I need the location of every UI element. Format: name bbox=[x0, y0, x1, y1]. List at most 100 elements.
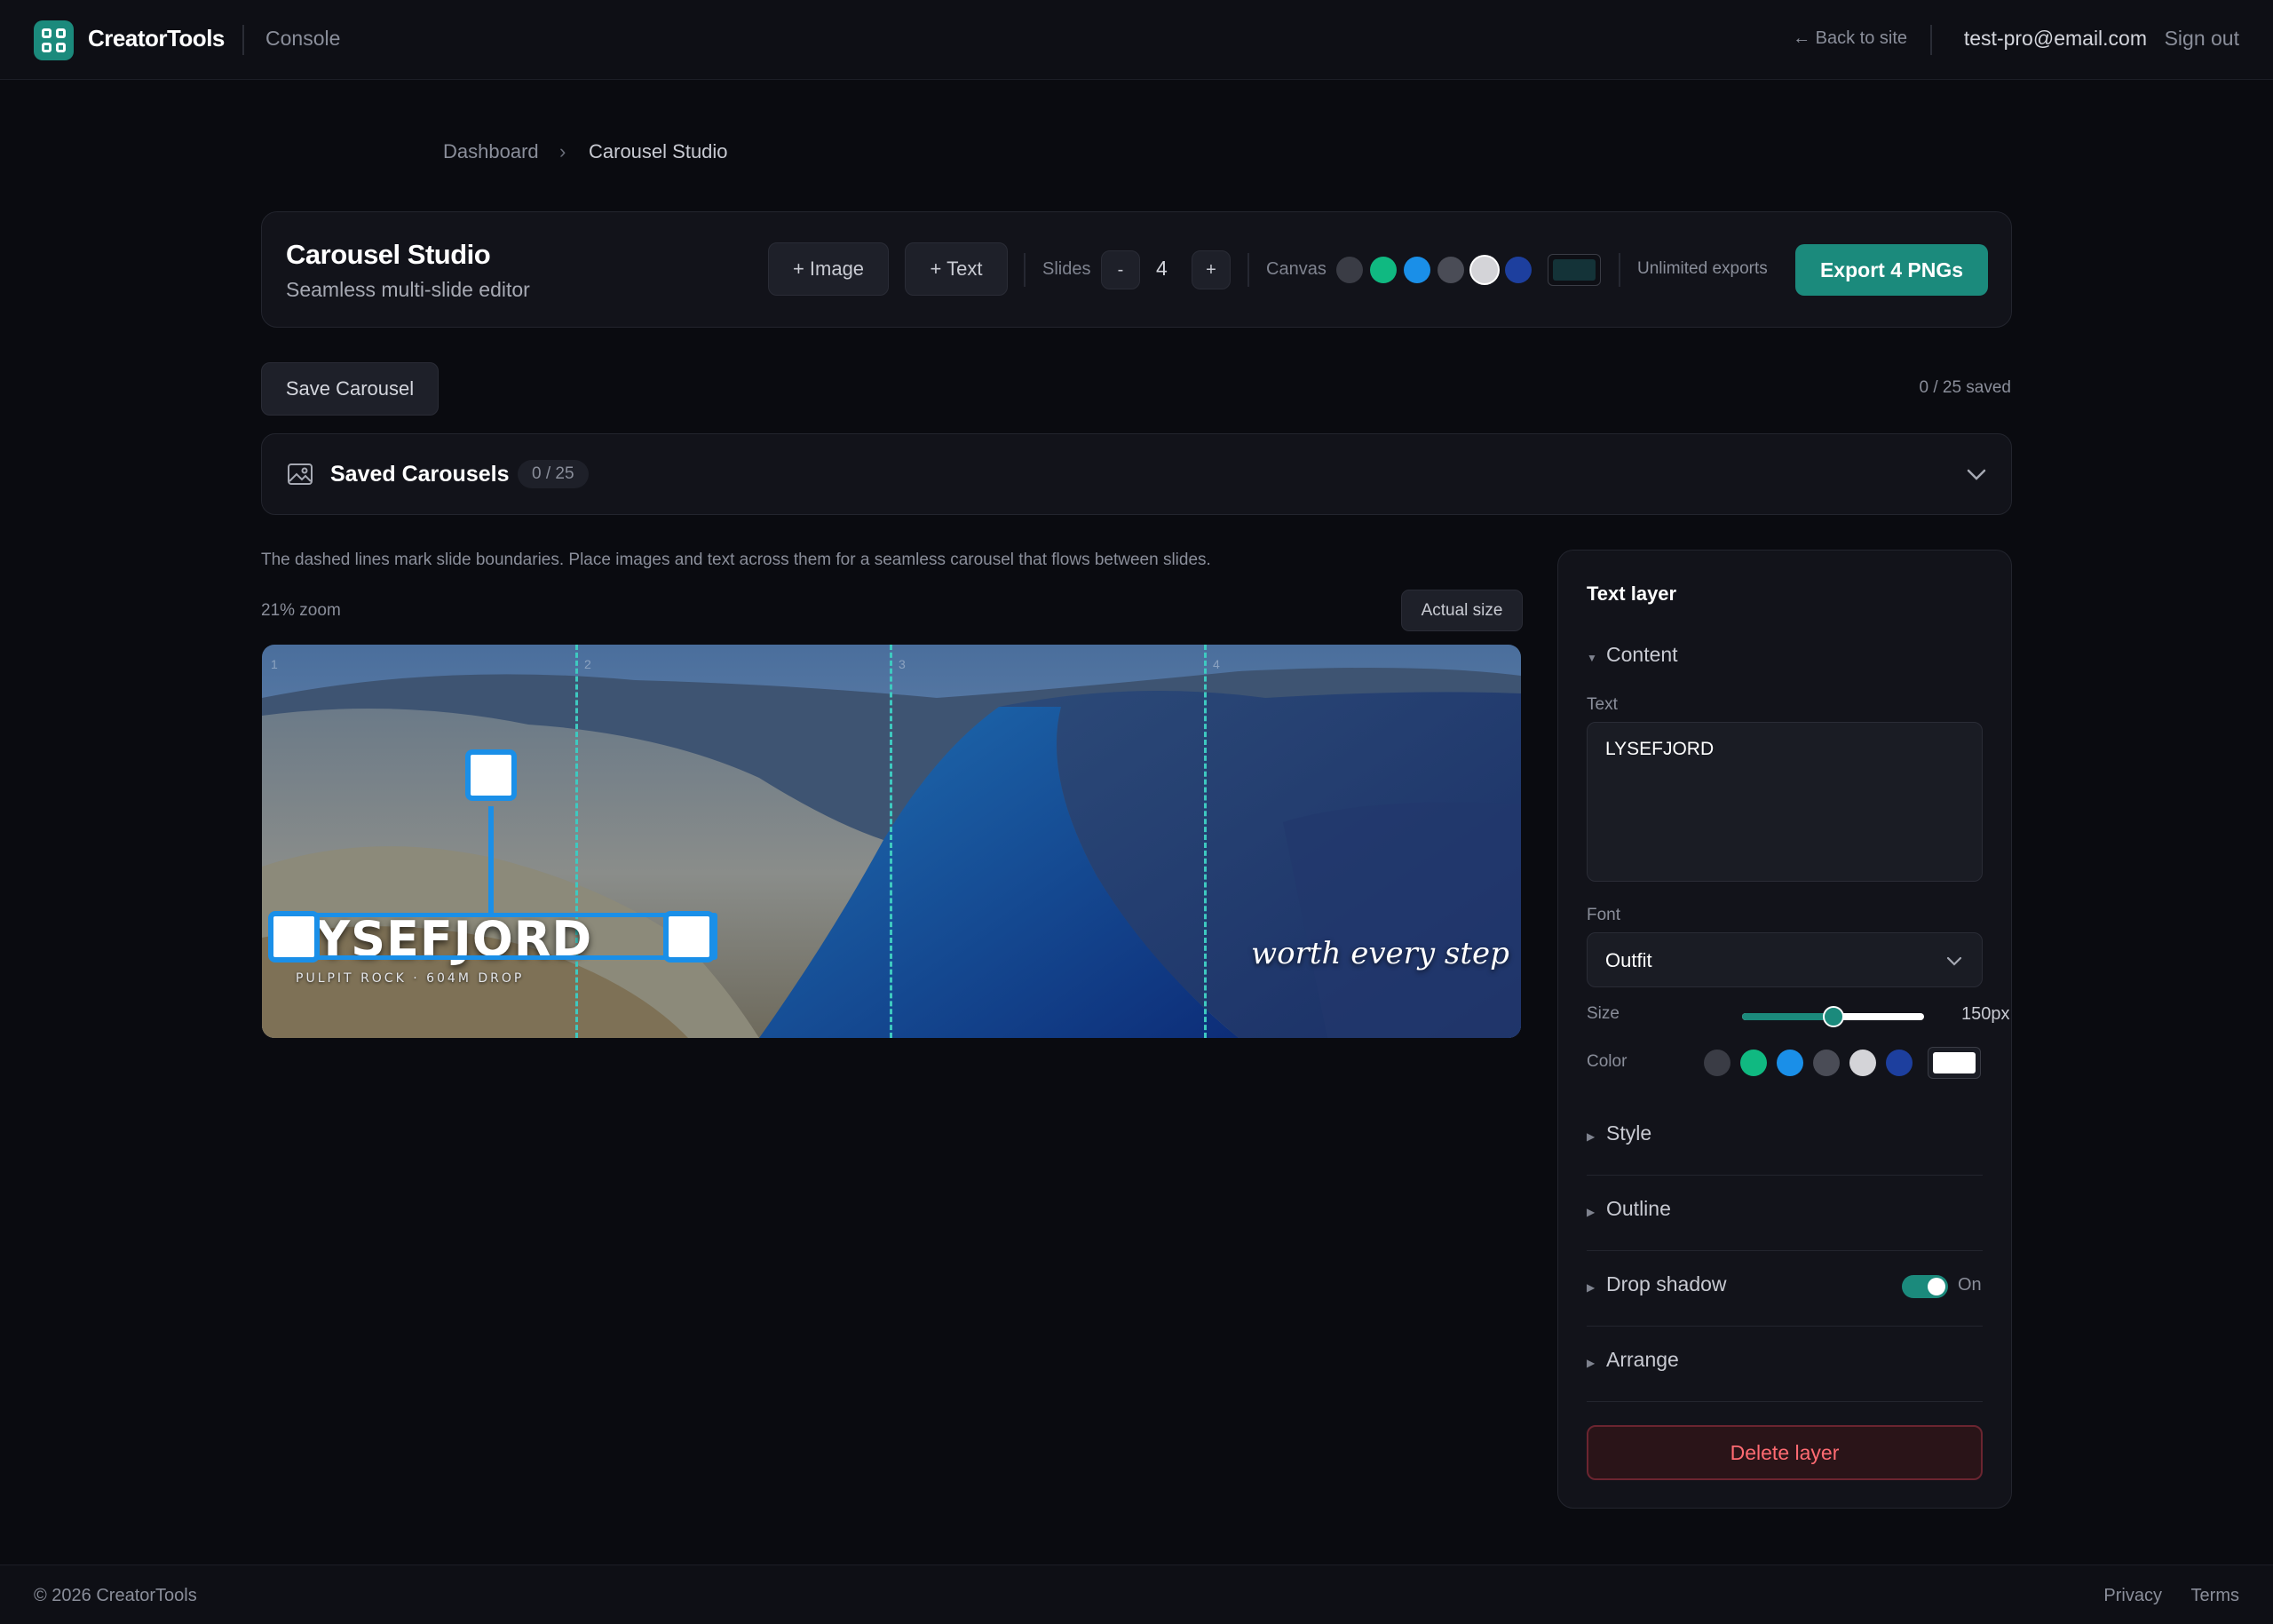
text-color-swatch[interactable] bbox=[1704, 1050, 1730, 1076]
back-to-site-link[interactable]: ← Back to site bbox=[1793, 28, 1907, 49]
studio-toolbar: Carousel Studio Seamless multi-slide edi… bbox=[261, 211, 2012, 328]
toolbar-divider bbox=[1024, 253, 1026, 287]
section-drop-shadow-label: Drop shadow bbox=[1606, 1272, 1727, 1295]
layer-text-input[interactable]: LYSEFJORD bbox=[1587, 722, 1983, 882]
section-content-toggle[interactable]: ▼ Content bbox=[1587, 643, 1678, 667]
rotate-handle[interactable] bbox=[465, 749, 517, 801]
saved-count: 0 / 25 saved bbox=[1919, 378, 2011, 397]
font-select[interactable]: Outfit bbox=[1587, 932, 1983, 987]
footer: © 2026 CreatorTools Privacy Terms bbox=[0, 1565, 2273, 1624]
text-field-label: Text bbox=[1587, 695, 1618, 714]
section-style-label: Style bbox=[1606, 1121, 1652, 1145]
canvas-custom-color-picker[interactable] bbox=[1548, 254, 1601, 286]
switch-knob bbox=[1928, 1278, 1945, 1295]
text-color-swatch[interactable] bbox=[1849, 1050, 1876, 1076]
user-email: test-pro@email.com bbox=[1963, 27, 2147, 50]
slide-boundary-hint: The dashed lines mark slide boundaries. … bbox=[261, 551, 1211, 569]
section-divider bbox=[1587, 1250, 1983, 1251]
caret-right-icon: ▶ bbox=[1587, 1130, 1596, 1143]
canvas-script-text-layer[interactable]: worth every step bbox=[1251, 936, 1509, 971]
font-size-slider-fill bbox=[1742, 1013, 1833, 1020]
font-size-slider-thumb[interactable] bbox=[1822, 1006, 1844, 1027]
header-divider bbox=[242, 25, 244, 55]
saved-carousels-badge: 0 / 25 bbox=[518, 460, 589, 488]
section-drop-shadow-toggle[interactable]: ▶ Drop shadow bbox=[1587, 1272, 1727, 1296]
rotation-handle-line bbox=[488, 806, 494, 915]
top-bar: CreatorTools Console ← Back to site test… bbox=[0, 0, 2273, 80]
font-size-slider[interactable] bbox=[1742, 1006, 1924, 1027]
breadcrumb-separator-icon: › bbox=[559, 140, 566, 162]
layer-properties-panel: Text layer ▼ Content Text LYSEFJORD Font … bbox=[1557, 550, 2012, 1509]
toolbar-divider bbox=[1619, 253, 1620, 287]
saved-carousels-panel[interactable]: Saved Carousels 0 / 25 bbox=[261, 433, 2012, 515]
canvas-color-swatch[interactable] bbox=[1471, 257, 1498, 283]
font-label: Font bbox=[1587, 906, 1621, 924]
carousel-canvas[interactable]: 1 2 3 4 YSEFJORD PULPIT ROCK · 604M DROP… bbox=[262, 645, 1521, 1038]
text-color-swatch[interactable] bbox=[1777, 1050, 1803, 1076]
section-arrange-toggle[interactable]: ▶ Arrange bbox=[1587, 1348, 1679, 1372]
resize-handle-left[interactable] bbox=[268, 911, 320, 963]
section-arrange-label: Arrange bbox=[1606, 1348, 1679, 1371]
caret-down-icon: ▼ bbox=[1587, 652, 1597, 664]
section-divider bbox=[1587, 1175, 1983, 1176]
font-select-value: Outfit bbox=[1605, 949, 1652, 971]
canvas-color-swatch[interactable] bbox=[1404, 257, 1430, 283]
actual-size-button[interactable]: Actual size bbox=[1401, 590, 1523, 631]
header-divider bbox=[1930, 25, 1932, 55]
image-gallery-icon bbox=[288, 463, 313, 485]
exports-note: Unlimited exports bbox=[1637, 259, 1768, 278]
section-divider bbox=[1587, 1401, 1983, 1402]
delete-layer-button[interactable]: Delete layer bbox=[1587, 1425, 1983, 1480]
text-color-swatch[interactable] bbox=[1740, 1050, 1767, 1076]
canvas-color-swatch[interactable] bbox=[1370, 257, 1397, 283]
breadcrumb-current: Carousel Studio bbox=[589, 140, 728, 162]
add-image-button[interactable]: + Image bbox=[768, 242, 889, 296]
page-subtitle: Seamless multi-slide editor bbox=[286, 278, 530, 301]
section-style-toggle[interactable]: ▶ Style bbox=[1587, 1121, 1651, 1145]
section-name: Console bbox=[265, 27, 341, 50]
slides-decrement-button[interactable]: - bbox=[1101, 250, 1140, 289]
slide-boundary-line bbox=[575, 645, 578, 1038]
text-custom-color-picker[interactable] bbox=[1928, 1047, 1981, 1079]
text-color-swatch[interactable] bbox=[1886, 1050, 1913, 1076]
slides-label: Slides bbox=[1042, 259, 1091, 279]
chevron-down-icon bbox=[1946, 956, 1962, 966]
section-outline-label: Outline bbox=[1606, 1197, 1671, 1220]
slide-boundary-line bbox=[890, 645, 892, 1038]
toolbar-divider bbox=[1247, 253, 1249, 287]
slide-number: 1 bbox=[271, 657, 278, 671]
slides-count: 4 bbox=[1156, 257, 1168, 280]
canvas-color-swatch[interactable] bbox=[1336, 257, 1363, 283]
add-text-button[interactable]: + Text bbox=[905, 242, 1008, 296]
app-logo-icon[interactable] bbox=[34, 20, 74, 60]
sign-out-link[interactable]: Sign out bbox=[2165, 27, 2239, 51]
resize-handle-right[interactable] bbox=[663, 911, 715, 963]
breadcrumb-dashboard[interactable]: Dashboard bbox=[443, 140, 539, 163]
font-size-value: 150px bbox=[1961, 1004, 2010, 1024]
privacy-link[interactable]: Privacy bbox=[2103, 1586, 2162, 1606]
chevron-down-icon[interactable] bbox=[1965, 463, 1988, 486]
page-title: Carousel Studio bbox=[286, 239, 491, 270]
selection-box[interactable] bbox=[293, 913, 717, 960]
section-outline-toggle[interactable]: ▶ Outline bbox=[1587, 1197, 1671, 1221]
slide-number: 2 bbox=[584, 657, 591, 671]
canvas-subtitle-text-layer[interactable]: PULPIT ROCK · 604M DROP bbox=[296, 971, 524, 986]
terms-link[interactable]: Terms bbox=[2191, 1586, 2239, 1606]
copyright: © 2026 CreatorTools bbox=[34, 1586, 197, 1605]
brand-name[interactable]: CreatorTools bbox=[88, 25, 225, 52]
caret-right-icon: ▶ bbox=[1587, 1281, 1596, 1294]
slides-increment-button[interactable]: + bbox=[1192, 250, 1231, 289]
text-color-swatch[interactable] bbox=[1813, 1050, 1840, 1076]
caret-right-icon: ▶ bbox=[1587, 1206, 1596, 1218]
drop-shadow-switch[interactable] bbox=[1902, 1275, 1948, 1298]
export-button[interactable]: Export 4 PNGs bbox=[1795, 244, 1988, 296]
section-divider bbox=[1587, 1326, 1983, 1327]
canvas-color-swatch[interactable] bbox=[1505, 257, 1532, 283]
canvas-color-swatch[interactable] bbox=[1437, 257, 1464, 283]
saved-carousels-title: Saved Carousels bbox=[330, 462, 510, 487]
size-label: Size bbox=[1587, 1004, 1620, 1023]
caret-right-icon: ▶ bbox=[1587, 1357, 1596, 1369]
save-carousel-button[interactable]: Save Carousel bbox=[261, 362, 439, 416]
slide-boundary-line bbox=[1204, 645, 1207, 1038]
drop-shadow-state: On bbox=[1958, 1275, 1982, 1295]
